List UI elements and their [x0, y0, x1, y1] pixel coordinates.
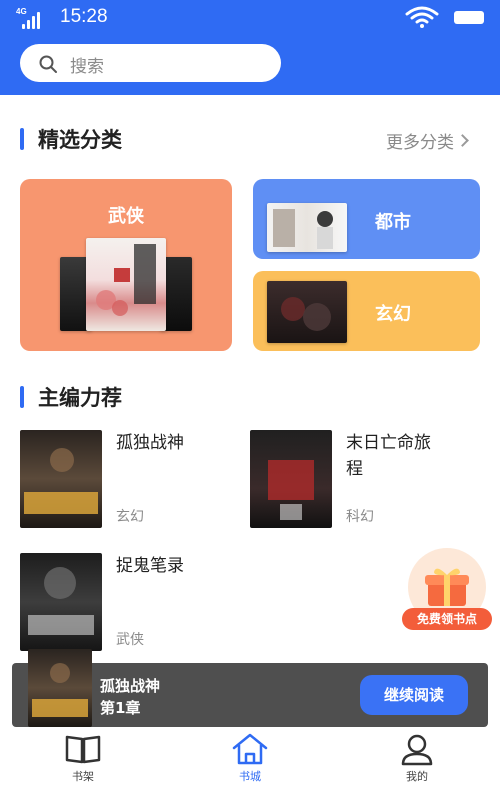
book-icon: [63, 732, 103, 766]
tab-label: 我的: [406, 770, 428, 783]
featured-categories-heading: 精选分类: [20, 125, 122, 153]
more-categories-link[interactable]: 更多分类: [386, 128, 469, 153]
search-placeholder: 搜索: [70, 57, 104, 77]
continue-book-title: 孤独战神: [100, 677, 161, 695]
gift-badge-label: 免费领书点: [402, 608, 492, 630]
tab-profile[interactable]: 我的: [367, 727, 467, 800]
signal-icon: 4G: [16, 7, 46, 29]
section-marker: [20, 386, 24, 408]
status-bar: 4G 15:28: [0, 0, 500, 34]
home-icon: [230, 732, 270, 766]
tab-bookstore[interactable]: 书城: [200, 727, 300, 800]
book-title: 末日亡命旅 程: [346, 433, 431, 479]
book-genre: 玄幻: [116, 509, 144, 525]
book-item[interactable]: 捉鬼笔录 武侠: [20, 553, 230, 653]
tab-bookshelf[interactable]: 书架: [33, 727, 133, 800]
continue-reading-button[interactable]: 继续阅读: [360, 675, 468, 715]
chevron-right-icon: [456, 134, 469, 147]
app-header: 4G 15:28 搜索: [0, 0, 500, 95]
book-item[interactable]: 孤独战神 玄幻: [20, 430, 230, 530]
book-cover: [267, 203, 347, 252]
book-cover: [20, 430, 102, 528]
continue-reading-bar[interactable]: 孤独战神 第1章 继续阅读: [12, 649, 488, 727]
featured-categories-title: 精选分类: [38, 128, 122, 152]
book-cover: [28, 649, 92, 727]
book-cover: [267, 281, 347, 343]
category-card-xuanhuan[interactable]: 玄幻: [253, 271, 480, 351]
category-label: 玄幻: [375, 304, 411, 325]
book-item[interactable]: 末日亡命旅 程 科幻: [250, 430, 480, 530]
category-card-wuxia[interactable]: 武侠: [20, 179, 232, 351]
wifi-icon: [405, 6, 439, 28]
editor-picks-title: 主编力荐: [38, 386, 122, 410]
gift-box-icon: [424, 566, 470, 606]
editor-picks-heading: 主编力荐: [20, 383, 122, 411]
profile-icon: [397, 732, 437, 766]
battery-icon: [454, 11, 484, 24]
continue-chapter: 第1章: [100, 699, 141, 717]
tab-label: 书城: [239, 770, 261, 783]
category-label: 都市: [375, 212, 411, 233]
network-type: 4G: [16, 7, 27, 16]
search-bar[interactable]: 搜索: [20, 44, 281, 82]
free-book-points-badge[interactable]: 免费领书点: [400, 548, 492, 634]
tab-label: 书架: [72, 770, 94, 783]
book-genre: 科幻: [346, 509, 374, 525]
book-genre: 武侠: [116, 632, 144, 648]
more-categories-label: 更多分类: [386, 133, 454, 153]
book-title: 捉鬼笔录: [116, 556, 184, 576]
book-cover: [20, 553, 102, 651]
book-cover: [86, 238, 166, 331]
search-icon: [38, 54, 58, 74]
book-cover: [250, 430, 332, 528]
status-time: 15:28: [60, 6, 108, 27]
bottom-tab-bar: 书架 书城 我的: [0, 727, 500, 800]
section-marker: [20, 128, 24, 150]
category-label: 武侠: [108, 206, 144, 227]
book-title: 孤独战神: [116, 433, 184, 453]
category-card-dushi[interactable]: 都市: [253, 179, 480, 259]
